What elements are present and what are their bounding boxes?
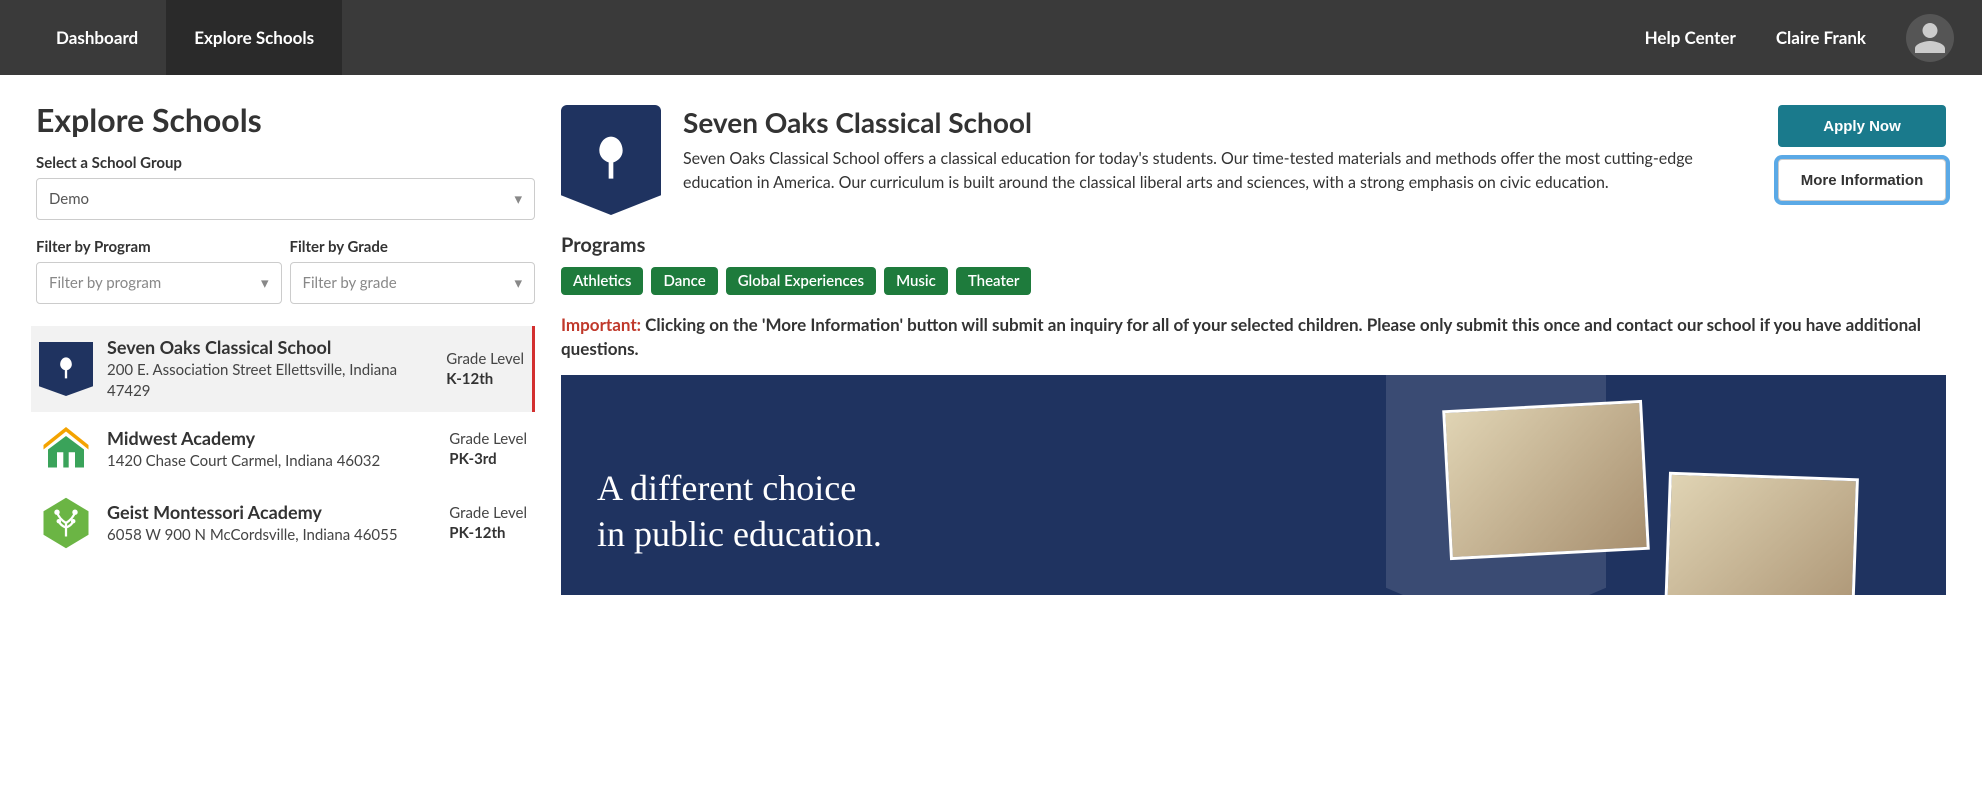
- detail-title: Seven Oaks Classical School: [683, 105, 1756, 139]
- school-address: 6058 W 900 N McCordsville, Indiana 46055: [107, 525, 435, 546]
- school-logo: [39, 422, 93, 476]
- sidebar: Explore Schools Select a School Group De…: [0, 75, 535, 595]
- detail-actions: Apply Now More Information: [1778, 105, 1946, 215]
- user-avatar-icon[interactable]: [1906, 14, 1954, 62]
- filter-grade-select[interactable]: Filter by grade ▾: [290, 262, 536, 304]
- user-name[interactable]: Claire Frank: [1776, 27, 1866, 48]
- school-item-geist[interactable]: Geist Montessori Academy 6058 W 900 N Mc…: [31, 486, 535, 560]
- school-item-seven-oaks[interactable]: Seven Oaks Classical School 200 E. Assoc…: [31, 326, 535, 412]
- school-list: Seven Oaks Classical School 200 E. Assoc…: [31, 326, 535, 560]
- program-tag: Theater: [956, 267, 1032, 295]
- filter-row: Filter by Program Filter by program ▾ Fi…: [36, 238, 535, 304]
- group-label: Select a School Group: [36, 154, 535, 172]
- hero-line1: A different choice: [597, 465, 882, 512]
- grade-level-value: PK-3rd: [449, 450, 527, 468]
- detail-body: Seven Oaks Classical School Seven Oaks C…: [683, 105, 1756, 215]
- school-grade: Grade Level K-12th: [446, 350, 524, 388]
- programs-heading: Programs: [561, 233, 1946, 257]
- hero-photo: [1442, 399, 1650, 559]
- important-prefix: Important:: [561, 314, 641, 335]
- program-tag: Athletics: [561, 267, 643, 295]
- important-text: Clicking on the 'More Information' butto…: [561, 314, 1921, 359]
- detail-school-logo: [561, 105, 661, 215]
- detail-header-row: Seven Oaks Classical School Seven Oaks C…: [561, 105, 1946, 215]
- school-grade: Grade Level PK-3rd: [449, 430, 527, 468]
- school-grade: Grade Level PK-12th: [449, 504, 527, 542]
- filter-grade-placeholder: Filter by grade: [303, 274, 397, 292]
- grade-level-label: Grade Level: [449, 504, 527, 522]
- school-logo: [39, 496, 93, 550]
- school-info: Geist Montessori Academy 6058 W 900 N Mc…: [107, 501, 435, 546]
- school-name: Geist Montessori Academy: [107, 501, 435, 523]
- program-tag: Dance: [651, 267, 717, 295]
- school-info: Midwest Academy 1420 Chase Court Carmel,…: [107, 427, 435, 472]
- school-name: Seven Oaks Classical School: [107, 336, 432, 358]
- grade-level-value: PK-12th: [449, 524, 527, 542]
- chevron-down-icon: ▾: [514, 190, 522, 208]
- nav-dashboard[interactable]: Dashboard: [28, 0, 166, 75]
- grade-level-label: Grade Level: [446, 350, 524, 368]
- school-name: Midwest Academy: [107, 427, 435, 449]
- school-group-select[interactable]: Demo ▾: [36, 178, 535, 220]
- grade-level-label: Grade Level: [449, 430, 527, 448]
- school-address: 1420 Chase Court Carmel, Indiana 46032: [107, 451, 435, 472]
- apply-now-button[interactable]: Apply Now: [1778, 105, 1946, 147]
- program-tags: Athletics Dance Global Experiences Music…: [561, 267, 1946, 295]
- chevron-down-icon: ▾: [514, 274, 522, 292]
- detail-description: Seven Oaks Classical School offers a cla…: [683, 147, 1756, 195]
- school-item-midwest[interactable]: Midwest Academy 1420 Chase Court Carmel,…: [31, 412, 535, 486]
- page-title: Explore Schools: [36, 100, 535, 139]
- nav-right: Help Center Claire Frank: [1645, 14, 1954, 62]
- program-tag: Music: [884, 267, 948, 295]
- filter-grade-label: Filter by Grade: [290, 238, 536, 256]
- hero-text: A different choice in public education.: [597, 465, 882, 559]
- help-center-link[interactable]: Help Center: [1645, 27, 1736, 48]
- filter-program-select[interactable]: Filter by program ▾: [36, 262, 282, 304]
- nav-explore-schools[interactable]: Explore Schools: [166, 0, 342, 75]
- chevron-down-icon: ▾: [261, 274, 269, 292]
- school-detail: Seven Oaks Classical School Seven Oaks C…: [535, 75, 1982, 595]
- school-address: 200 E. Association Street Ellettsville, …: [107, 360, 432, 402]
- filter-program-placeholder: Filter by program: [49, 274, 161, 292]
- more-information-button[interactable]: More Information: [1778, 159, 1946, 201]
- filter-program-label: Filter by Program: [36, 238, 282, 256]
- school-logo: [39, 342, 93, 396]
- hero-line2: in public education.: [597, 511, 882, 558]
- hero-photo: [1663, 471, 1859, 594]
- grade-level-value: K-12th: [446, 370, 524, 388]
- hero-banner: A different choice in public education.: [561, 375, 1946, 595]
- school-info: Seven Oaks Classical School 200 E. Assoc…: [107, 336, 432, 402]
- nav-left: Dashboard Explore Schools: [28, 0, 342, 75]
- top-header: Dashboard Explore Schools Help Center Cl…: [0, 0, 1982, 75]
- main-content: Explore Schools Select a School Group De…: [0, 75, 1982, 595]
- school-group-value: Demo: [49, 190, 89, 208]
- program-tag: Global Experiences: [726, 267, 876, 295]
- important-note: Important: Clicking on the 'More Informa…: [561, 313, 1946, 361]
